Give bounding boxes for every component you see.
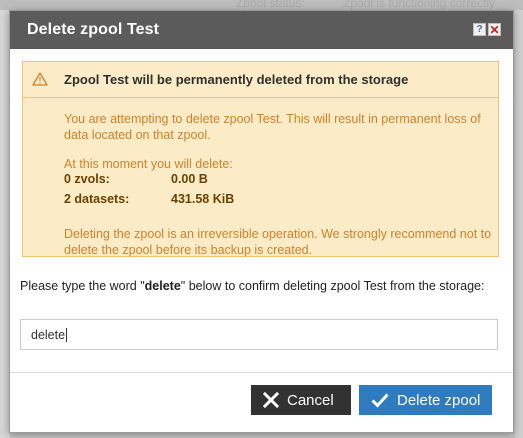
close-icon [263,392,279,408]
delete-zpool-dialog: Delete zpool Test ? ✕ Zpool Test will be… [9,10,514,433]
checkmark-icon [371,393,389,408]
confirm-text-before: Please type the word " [20,279,145,293]
confirm-keyword: delete [144,279,181,293]
summary-value: 431.58 KiB [171,192,235,206]
titlebar-buttons: ? ✕ [473,23,501,36]
dialog-titlebar: Delete zpool Test ? ✕ [10,11,513,49]
warning-box: Zpool Test will be permanently deleted f… [22,61,499,257]
cancel-button[interactable]: Cancel [251,385,351,415]
warning-paragraph-loss: You are attempting to delete zpool Test.… [64,112,481,142]
warning-divider [23,97,498,98]
confirm-text-after: " below to confirm deleting zpool Test f… [180,279,485,293]
summary-value: 0.00 B [171,172,208,186]
confirm-input-value: delete [31,327,66,342]
summary-label: 0 zvols: [64,172,110,186]
confirm-delete-input[interactable]: delete [20,319,498,350]
warning-paragraph-summary: At this moment you will delete: [64,157,233,171]
help-icon[interactable]: ? [473,23,486,36]
background-status-value: Zpool is functioning correctly [343,0,496,10]
footer-divider [10,372,513,373]
cancel-button-label: Cancel [287,391,334,409]
dialog-title: Delete zpool Test [27,21,160,38]
warning-heading: Zpool Test will be permanently deleted f… [64,72,409,87]
text-caret [66,327,68,342]
delete-zpool-button-label: Delete zpool [397,391,481,409]
close-icon[interactable]: ✕ [488,23,501,36]
warning-triangle-icon [32,72,48,86]
background-header: Zpool status: Zpool is functioning corre… [0,0,523,10]
background-right-edge [515,10,523,438]
delete-zpool-button[interactable]: Delete zpool [359,385,492,415]
confirm-instructions: Please type the word "delete" below to c… [20,279,490,294]
warning-paragraph-irreversible: Deleting the zpool is an irreversible op… [64,227,492,257]
background-status-label: Zpool status: [236,0,305,10]
summary-label: 2 datasets: [64,192,130,206]
